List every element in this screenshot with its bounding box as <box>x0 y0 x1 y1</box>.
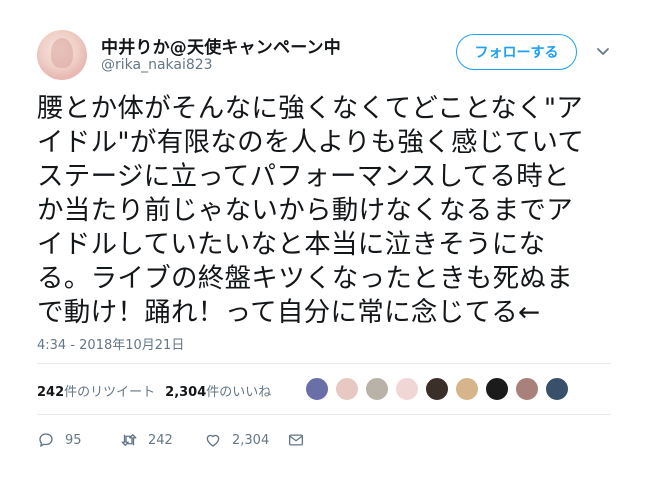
liker-avatar[interactable] <box>484 376 510 402</box>
reply-button[interactable]: 95 <box>37 430 82 450</box>
liker-avatar[interactable] <box>514 376 540 402</box>
tweet-text-line: イドル"が有限なのを人よりも強く感じていて <box>37 127 585 158</box>
tweet-text-line: か当たり前じゃないから動けなくなるまでア <box>37 195 573 226</box>
retweets-label[interactable]: 件のリツイート <box>64 385 155 400</box>
tweet-text-line: イドルしていたいなと本当に泣きそうにな <box>37 229 546 260</box>
like-count: 2,304 <box>232 432 270 448</box>
direct-message-button[interactable] <box>287 430 305 450</box>
tweet-timestamp[interactable]: 4:34 - 2018年10月21日 <box>37 334 184 353</box>
liker-avatar[interactable] <box>334 376 360 402</box>
user-handle[interactable]: @rika_nakai823 <box>101 57 213 73</box>
tweet-stats: 242件のリツイート 2,304件のいいね <box>37 381 271 400</box>
heart-icon <box>206 434 220 447</box>
liker-avatar[interactable] <box>544 376 570 402</box>
reply-icon <box>39 433 53 447</box>
reply-count: 95 <box>65 432 82 448</box>
tweet-text: 腰とか体がそんなに強くなくてどことなく"ア イドル"が有限なのを人よりも強く感じ… <box>37 92 637 330</box>
tweet-text-line: で動け！踊れ！って自分に常に念じてる← <box>37 297 541 328</box>
liker-avatar[interactable] <box>424 376 450 402</box>
retweets-count[interactable]: 242 <box>37 385 64 400</box>
likes-label[interactable]: 件のいいね <box>206 385 271 400</box>
like-button[interactable]: 2,304 <box>204 430 269 450</box>
retweet-count: 242 <box>148 432 173 448</box>
chevron-down-icon[interactable] <box>595 46 611 58</box>
tweet-text-line: る。ライブの終盤キツくなったときも死ぬま <box>37 263 573 294</box>
display-name[interactable]: 中井りか@天使キャンペーン中 <box>101 33 341 58</box>
divider <box>37 363 611 364</box>
liker-avatar[interactable] <box>304 376 330 402</box>
tweet-card: 中井りか@天使キャンペーン中 @rika_nakai823 フォローする 腰とか… <box>0 0 650 483</box>
likes-count[interactable]: 2,304 <box>165 385 206 400</box>
divider <box>37 414 611 415</box>
follow-button[interactable]: フォローする <box>456 34 577 70</box>
liker-avatar[interactable] <box>394 376 420 402</box>
retweet-button[interactable]: 242 <box>120 430 173 450</box>
liker-avatar[interactable] <box>364 376 390 402</box>
liker-avatar[interactable] <box>454 376 480 402</box>
tweet-text-line: 腰とか体がそんなに強くなくてどことなく"ア <box>37 93 584 124</box>
retweet-icon <box>121 434 137 446</box>
avatar[interactable] <box>37 30 87 80</box>
tweet-text-line: ステージに立ってパフォーマンスしてる時と <box>37 161 570 192</box>
envelope-icon <box>288 434 304 446</box>
